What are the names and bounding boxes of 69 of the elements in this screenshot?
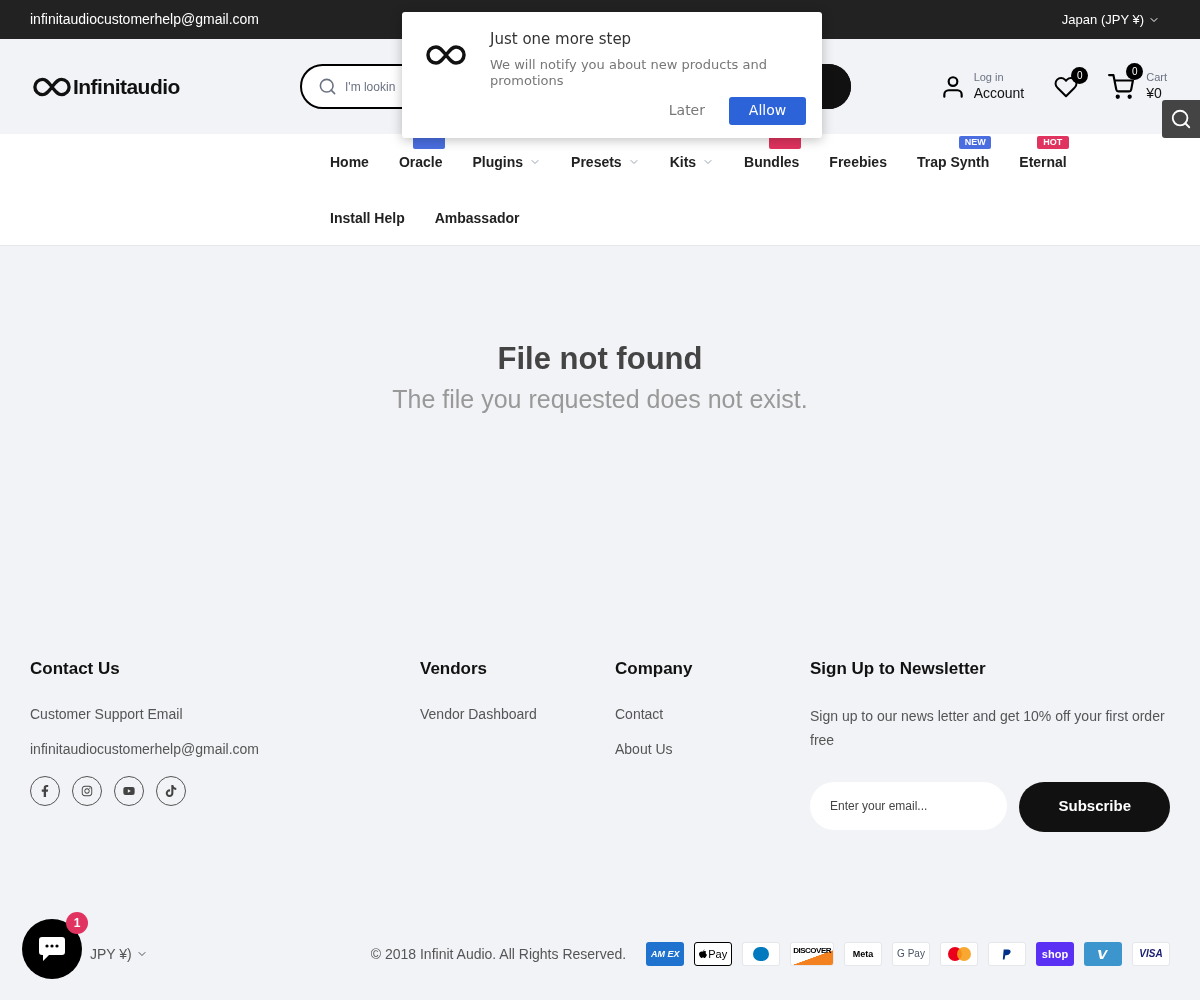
nav-link[interactable]: Install Help — [330, 207, 405, 229]
tiktok-icon — [165, 784, 177, 797]
shop-pay-card-icon: shop — [1036, 942, 1074, 966]
discover-card-icon: DISCOVER — [790, 942, 834, 966]
infinity-logo-icon — [33, 75, 71, 98]
subscribe-button[interactable]: Subscribe — [1019, 781, 1170, 832]
nav-link[interactable]: Freebies — [829, 151, 887, 173]
search-input[interactable]: I'm lookin — [345, 77, 399, 96]
youtube-icon — [123, 784, 135, 797]
footer-heading: Company — [615, 658, 694, 680]
heart-icon — [1054, 74, 1079, 99]
chat-unread-badge: 1 — [66, 912, 88, 934]
visa-card-icon: VISA — [1132, 942, 1170, 966]
cart-total: ¥0 — [1146, 84, 1163, 103]
cart-icon — [1108, 73, 1135, 100]
footer-link[interactable]: Contact — [615, 703, 810, 725]
search-icon — [318, 77, 337, 96]
google-pay-card-icon: G Pay — [892, 942, 930, 966]
nav-link[interactable]: Trap Synth — [916, 151, 990, 173]
newsletter-text: Sign up to our news letter and get 10% off your first order free — [810, 706, 1166, 750]
nav-link[interactable]: Bundles — [744, 151, 800, 173]
email-field[interactable]: Enter your email... — [810, 781, 1008, 830]
diners-card-icon — [742, 942, 781, 966]
infinity-logo-icon — [426, 44, 466, 66]
wishlist-button[interactable] — [1054, 74, 1079, 99]
nav-link[interactable]: Eternal — [1019, 151, 1067, 173]
account-link[interactable]: Log in Account — [939, 70, 1025, 103]
top-bar-email: infinitaudiocustomerhelp@gmail.com — [30, 10, 259, 29]
nav-link[interactable]: Ambassador — [434, 207, 520, 229]
footer-link[interactable]: About Us — [615, 738, 810, 760]
apple-pay-card-icon: Pay — [694, 942, 733, 966]
venmo-card-icon — [1084, 942, 1122, 966]
copyright-text: © 2018 Infinit Audio. All Rights Reserved. — [370, 944, 627, 964]
search-icon — [1170, 108, 1192, 130]
wishlist-count-badge: 0 — [1071, 66, 1089, 84]
nav-link[interactable]: Kits — [669, 151, 715, 173]
nav-link[interactable]: Presets — [571, 151, 640, 173]
error-message: The file you requested does not exist. — [392, 383, 808, 415]
footer-link[interactable]: infinitaudiocustomerhelp@gmail.com — [30, 738, 420, 760]
popup-title: Just one more step — [490, 29, 633, 50]
nav-link[interactable]: Oracle — [398, 151, 443, 173]
nav-link[interactable]: Home — [330, 151, 369, 173]
chat-bubble-icon — [37, 935, 67, 963]
instagram-icon — [81, 784, 93, 797]
footer-heading: Sign Up to Newsletter — [810, 658, 987, 680]
chat-button[interactable] — [22, 919, 82, 979]
currency-selector[interactable]: JPY ¥) — [90, 943, 148, 965]
error-title: File not found — [497, 340, 703, 378]
search-button[interactable] — [1162, 100, 1200, 138]
allow-button[interactable]: Allow — [729, 96, 806, 125]
nav-badge: NEW — [959, 136, 992, 149]
cart-count-badge: 0 — [1126, 62, 1144, 80]
cart-label[interactable]: Cart — [1146, 70, 1167, 85]
footer-heading: Contact Us — [30, 658, 121, 680]
cart-button[interactable] — [1108, 73, 1135, 100]
meta-card-icon: Meta — [844, 942, 882, 966]
currency-selector[interactable]: Japan (JPY ¥) — [1061, 9, 1160, 30]
mastercard-card-icon — [940, 942, 978, 966]
amex-card-icon: AM EX — [646, 942, 685, 966]
popup-message: We will notify you about new products and promotions — [490, 56, 768, 89]
nav-link[interactable]: Plugins — [472, 151, 542, 173]
footer-heading: Vendors — [420, 658, 489, 680]
later-button[interactable]: Later — [668, 100, 705, 121]
facebook-icon — [39, 784, 51, 797]
footer-link[interactable]: Vendor Dashboard — [420, 703, 615, 725]
paypal-card-icon — [988, 942, 1026, 966]
footer-link[interactable]: Customer Support Email — [30, 703, 420, 725]
nav-badge: HOT — [1036, 136, 1069, 149]
site-logo[interactable]: Infinitaudio — [33, 70, 300, 103]
